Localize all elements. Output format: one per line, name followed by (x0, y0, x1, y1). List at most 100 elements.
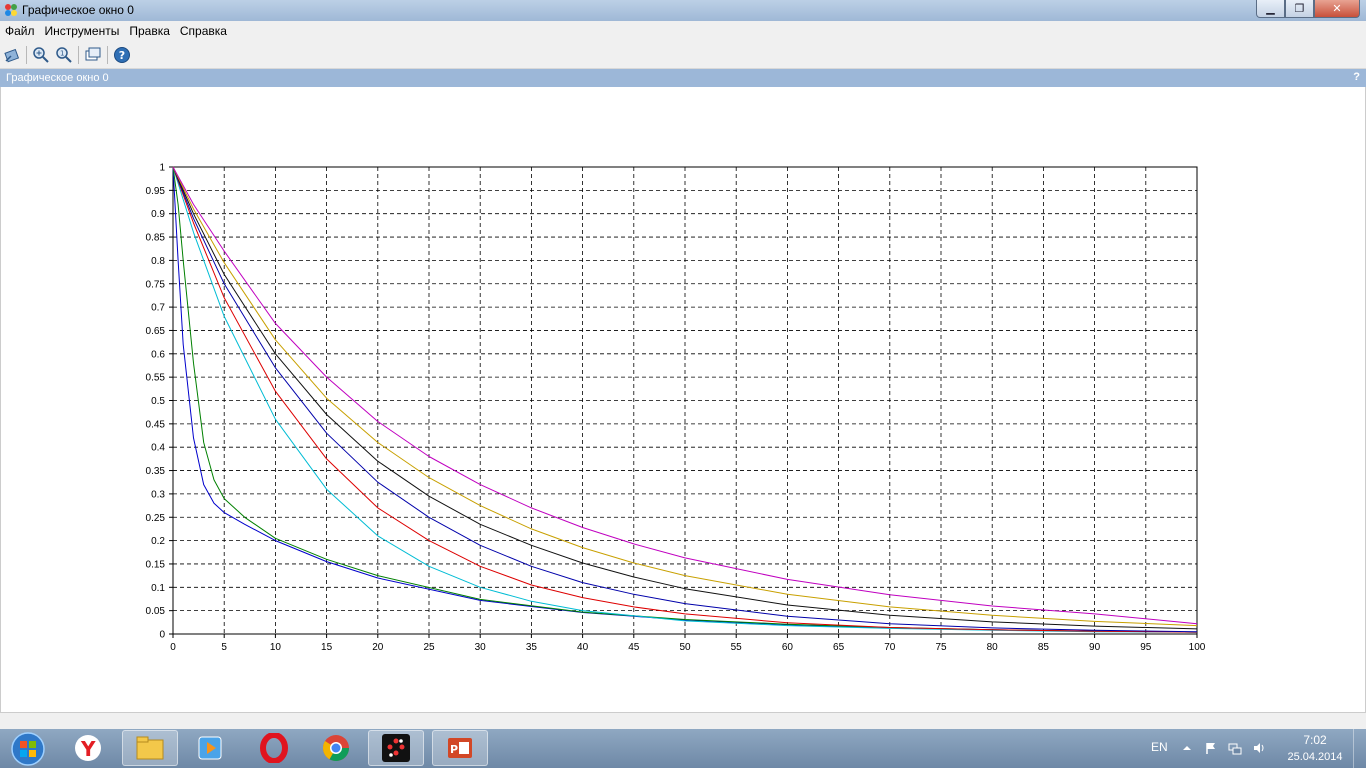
help-icon: ? (114, 47, 130, 63)
y-tick-label: 0.15 (146, 559, 166, 570)
title-bar: Графическое окно 0 ▁ ❐ ✕ (0, 0, 1366, 21)
show-desktop-button[interactable] (1353, 729, 1366, 768)
y-tick-label: 0.55 (146, 373, 166, 384)
y-tick-label: 0.65 (146, 326, 166, 337)
svg-text:?: ? (119, 49, 125, 62)
chrome-icon (322, 735, 350, 762)
y-tick-label: 0.4 (151, 443, 165, 454)
maximize-button[interactable]: ❐ (1285, 0, 1314, 18)
y-tick-label: 0.25 (146, 513, 166, 524)
y-tick-label: 0.95 (146, 186, 166, 197)
y-tick-label: 0.6 (151, 349, 165, 360)
taskbar-chrome[interactable] (308, 730, 364, 766)
y-tick-label: 0.1 (151, 583, 165, 594)
y-tick-label: 0.2 (151, 536, 165, 547)
menu-bar: Файл Инструменты Правка Справка (0, 21, 1366, 41)
menu-tools[interactable]: Инструменты (40, 24, 125, 38)
x-tick-label: 25 (423, 642, 435, 653)
x-tick-label: 90 (1089, 642, 1101, 653)
y-tick-label: 0.5 (151, 396, 165, 407)
y-tick-label: 0.75 (146, 279, 166, 290)
scilab-icon (382, 734, 410, 762)
taskbar-yandex[interactable]: Y (60, 730, 116, 766)
taskbar-powerpoint[interactable]: P (432, 730, 488, 766)
yandex-browser-icon: Y (75, 735, 101, 761)
rotate-icon (4, 48, 20, 63)
graphic-panel-header: Графическое окно 0 ? (0, 69, 1366, 87)
panel-help-button[interactable]: ? (1353, 71, 1360, 83)
x-tick-label: 20 (372, 642, 384, 653)
taskbar: Y P EN 7:02 25.04.2014 (0, 729, 1366, 768)
zoom-in-icon (33, 47, 49, 63)
opera-icon (260, 733, 288, 763)
network-icon[interactable] (1228, 741, 1242, 755)
y-tick-label: 0.9 (151, 209, 165, 220)
clock[interactable]: 7:02 25.04.2014 (1280, 733, 1350, 763)
x-tick-label: 0 (170, 642, 176, 653)
windows-start-icon[interactable] (5, 730, 51, 767)
x-tick-label: 70 (884, 642, 896, 653)
window-title: Графическое окно 0 (22, 3, 134, 17)
close-button[interactable]: ✕ (1314, 0, 1360, 18)
graphic-canvas[interactable]: 0 5 10 15 20 25 30 35 40 45 50 55 60 65 70 75 80 85 90 95 10… (0, 87, 1366, 712)
x-tick-label: 35 (526, 642, 538, 653)
svg-text:1: 1 (60, 50, 64, 58)
x-tick-label: 10 (270, 642, 282, 653)
svg-text:Y: Y (80, 737, 96, 761)
file-explorer-icon (136, 736, 164, 760)
clock-time: 7:02 (1303, 733, 1327, 747)
line-chart[interactable]: 0 5 10 15 20 25 30 35 40 45 50 55 60 65 70 75 80 85 90 95 10… (1, 87, 1365, 712)
x-tick-label: 5 (221, 642, 227, 653)
help-button[interactable]: ? (112, 45, 132, 65)
y-tick-label: 0.45 (146, 419, 166, 430)
x-tick-label: 40 (577, 642, 589, 653)
y-tick-label: 0.35 (146, 466, 166, 477)
zoom-reset-icon: 1 (56, 47, 72, 63)
select-axes-button[interactable] (83, 45, 103, 65)
scilab-app-icon (5, 4, 17, 16)
y-tick-label: 0 (159, 630, 165, 641)
svg-text:P: P (450, 743, 458, 756)
menu-help[interactable]: Справка (175, 24, 232, 38)
toolbar: 1 ? (0, 41, 1366, 69)
taskbar-media-player[interactable] (182, 730, 238, 766)
y-tick-label: 0.8 (151, 256, 165, 267)
x-tick-label: 15 (321, 642, 333, 653)
x-tick-label: 50 (679, 642, 691, 653)
status-bar (0, 712, 1366, 730)
y-tick-label: 0.3 (151, 489, 165, 500)
y-tick-label: 0.85 (146, 233, 166, 244)
y-tick-label: 0.7 (151, 303, 165, 314)
x-tick-label: 95 (1140, 642, 1152, 653)
language-indicator[interactable]: EN (1151, 740, 1168, 754)
tray-expand-icon[interactable] (1180, 741, 1194, 755)
rotate-button[interactable] (2, 45, 22, 65)
x-tick-label: 75 (935, 642, 947, 653)
x-tick-label: 60 (782, 642, 794, 653)
select-axes-icon (85, 47, 101, 61)
panel-title: Графическое окно 0 (6, 72, 109, 84)
taskbar-explorer[interactable] (122, 730, 178, 766)
powerpoint-icon: P (448, 738, 472, 758)
x-tick-label: 100 (1189, 642, 1206, 653)
menu-edit[interactable]: Правка (124, 24, 175, 38)
taskbar-scilab[interactable] (368, 730, 424, 766)
x-tick-label: 55 (731, 642, 743, 653)
volume-icon[interactable] (1252, 741, 1266, 755)
zoom-reset-button[interactable]: 1 (54, 45, 74, 65)
series-line-7 (172, 166, 1198, 627)
x-tick-label: 85 (1038, 642, 1050, 653)
action-center-flag-icon[interactable] (1204, 741, 1218, 755)
x-tick-label: 30 (475, 642, 487, 653)
x-tick-label: 45 (628, 642, 640, 653)
minimize-button[interactable]: ▁ (1256, 0, 1285, 18)
zoom-button[interactable] (31, 45, 51, 65)
menu-file[interactable]: Файл (0, 24, 40, 38)
x-tick-label: 80 (987, 642, 999, 653)
clock-date: 25.04.2014 (1287, 751, 1343, 763)
y-tick-label: 1 (159, 163, 165, 174)
taskbar-opera[interactable] (246, 730, 302, 766)
x-tick-label: 65 (833, 642, 845, 653)
y-tick-label: 0.05 (146, 606, 166, 617)
media-player-icon (198, 736, 222, 760)
